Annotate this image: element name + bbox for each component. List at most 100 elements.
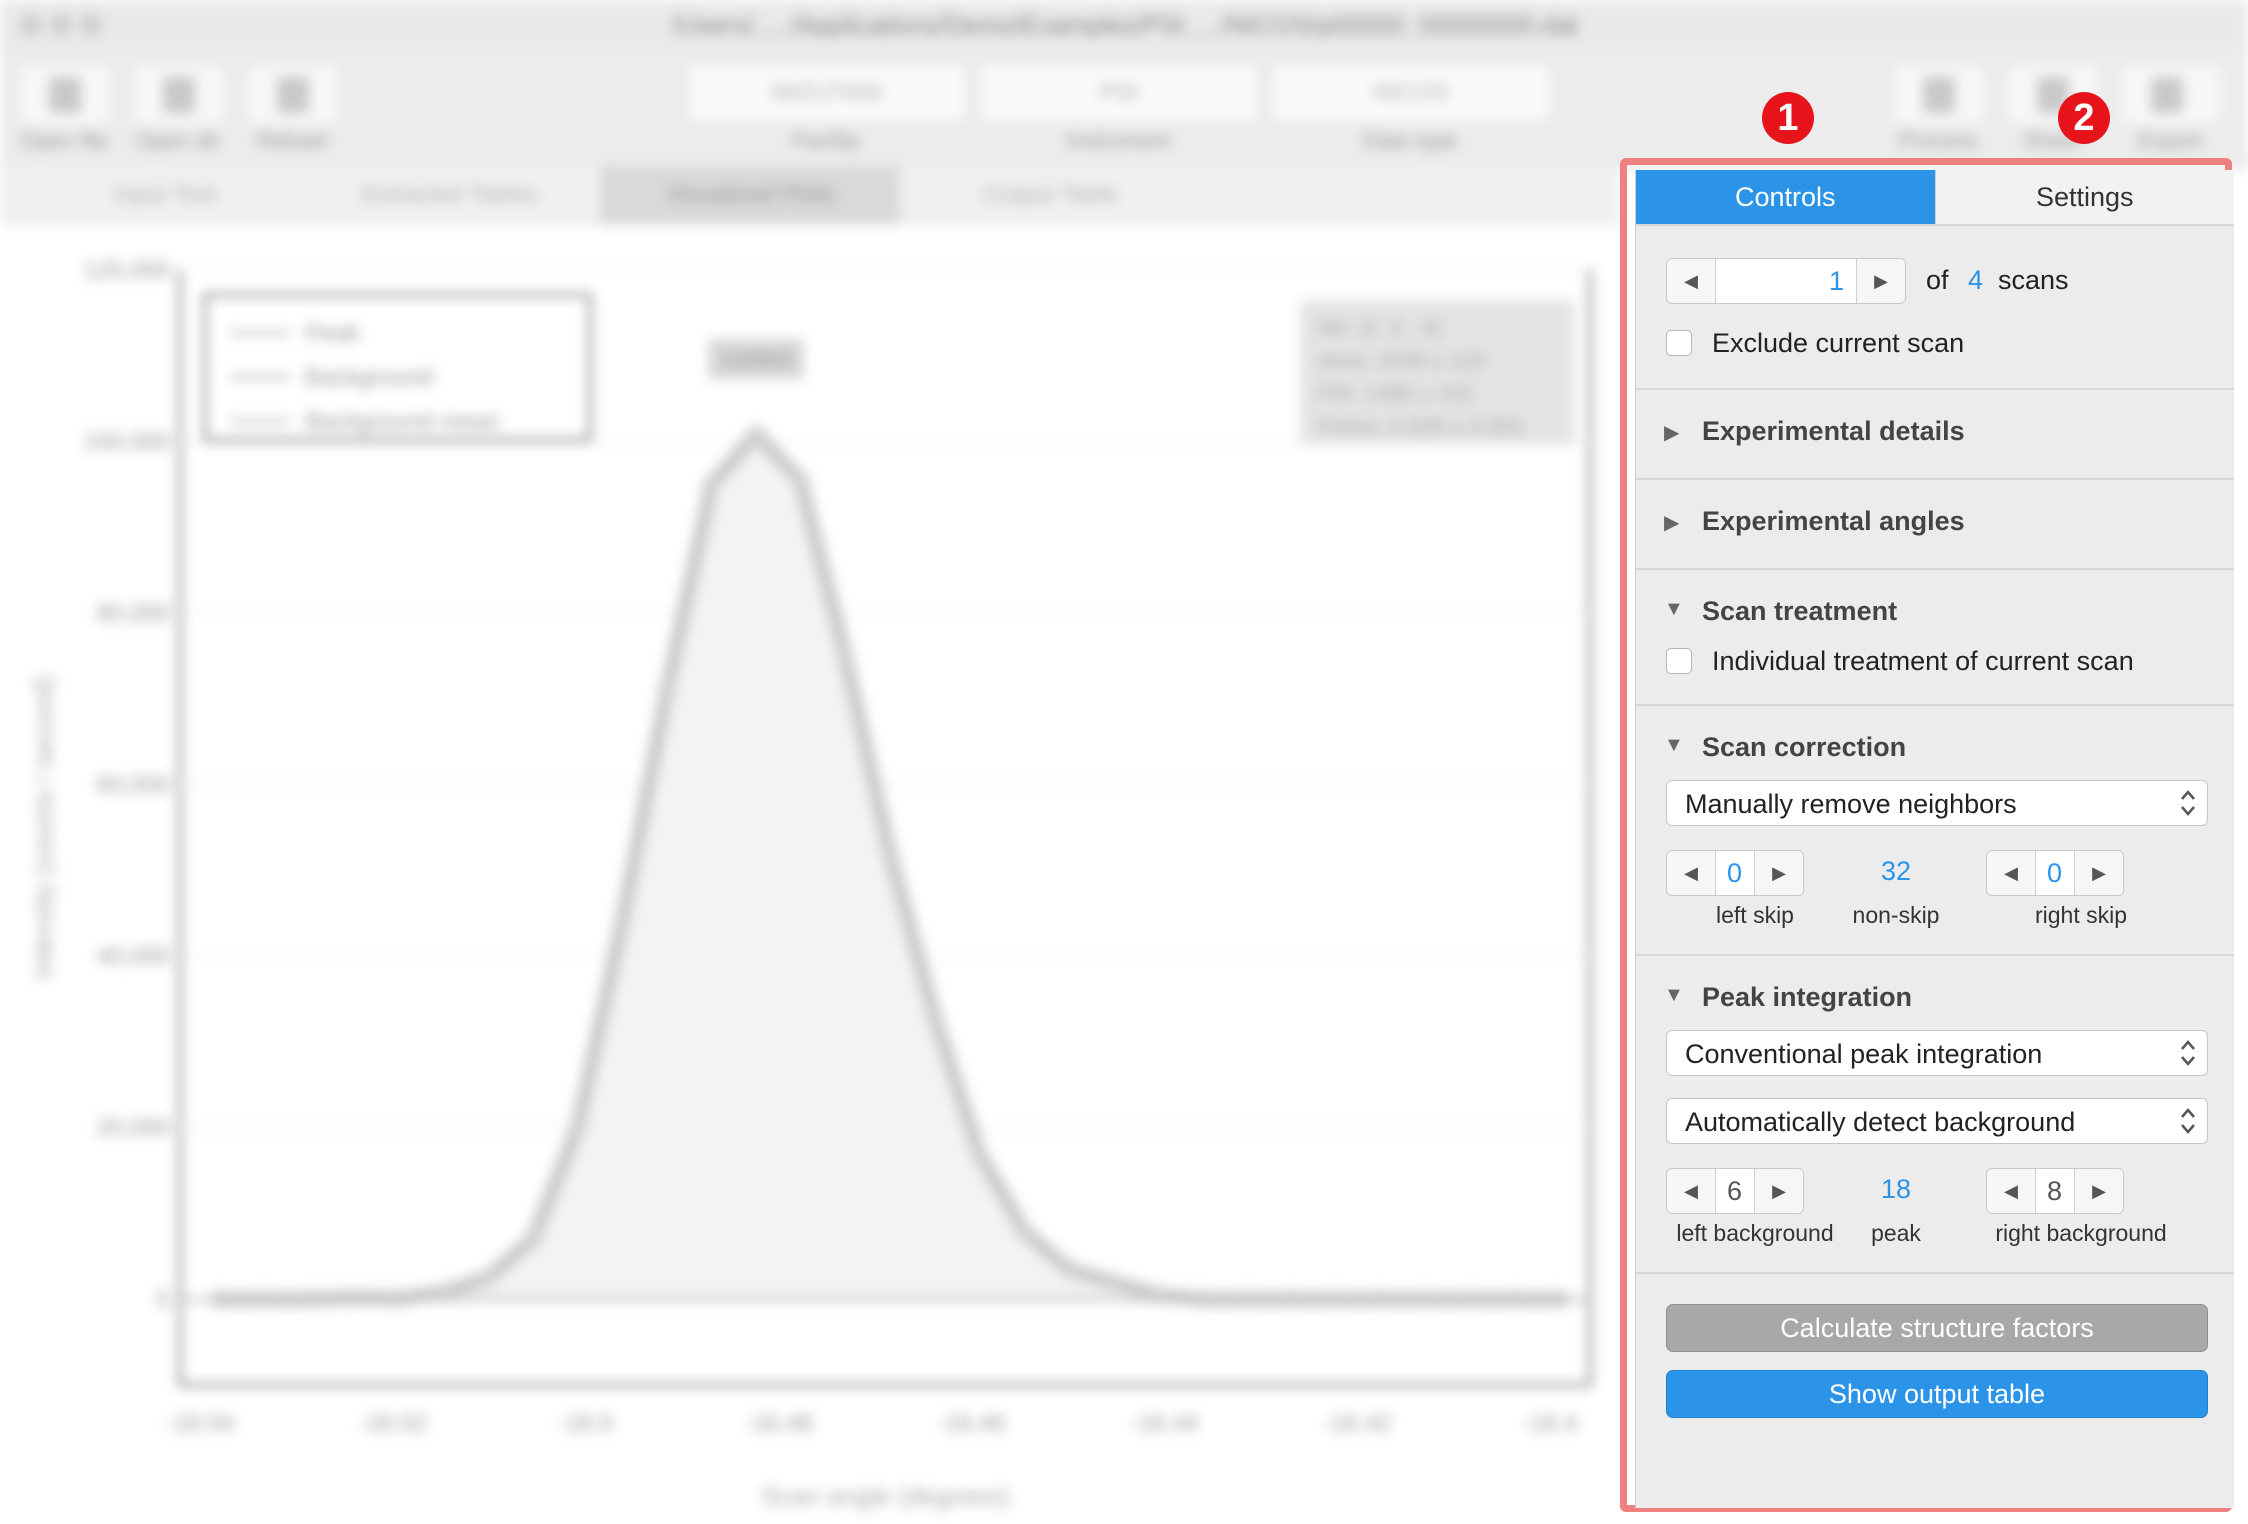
x-tick-label: -16.54 [166,1410,234,1437]
download-icon [2151,77,2183,113]
right-background-label: right background [1995,1220,2167,1246]
fit-annotation-line: FSI: 1480 ± 101 [1318,381,1474,406]
y-tick-label: 0 [157,1286,170,1313]
separator [1636,704,2234,706]
tab-visualized-plots[interactable]: Visualized Plots [600,166,900,224]
left-skip-increment[interactable]: ▶ [1754,851,1803,895]
open-dir-label: Open dir [135,128,221,153]
correction-method-select[interactable]: Manually remove neighbors [1666,780,2208,826]
non-skip-value: 32 [1880,856,1912,886]
facility-field[interactable]: MIZUTANI [688,64,966,122]
right-skip-decrement[interactable]: ◀ [1987,851,2036,895]
peak-value-label: 100863 [719,347,792,372]
separator [1636,568,2234,570]
tab-output-table[interactable]: Output Table [900,166,1200,224]
folder-icon [163,77,195,113]
open-file-button[interactable] [18,64,112,126]
left-background-value[interactable]: 6 [1716,1169,1754,1213]
tab-settings[interactable]: Settings [1934,170,2234,224]
left-background-decrement[interactable]: ◀ [1667,1169,1716,1213]
triangle-right-icon: ▶ [1772,862,1786,883]
callout-one: 1 [1762,92,1814,144]
x-tick-label: -16.5 [558,1410,613,1437]
left-background-increment[interactable]: ▶ [1754,1169,1803,1213]
legend-label: Background [305,364,433,391]
scan-plot: 0 20,000 40,000 60,000 80,000 100,000 120,000 -… [28,257,1591,1511]
scan-stepper[interactable]: ◀ 1 ▶ [1666,258,1906,304]
background-method-select[interactable]: Automatically detect background [1666,1098,2208,1144]
peak-value: 18 [1880,1174,1912,1204]
left-skip-decrement[interactable]: ◀ [1667,851,1716,895]
x-tick-label: -16.46 [937,1410,1005,1437]
right-background-increment[interactable]: ▶ [2074,1169,2123,1213]
reload-button[interactable] [246,64,340,126]
triangle-right-icon: ▶ [1772,1180,1786,1201]
right-skip-stepper[interactable]: ◀ 0 ▶ [1986,850,2124,896]
exclude-scan-label: Exclude current scan [1712,328,1965,358]
disclosure-right-icon[interactable]: ▶ [1664,420,1679,445]
exclude-scan-checkbox[interactable] [1666,330,1692,356]
section-experimental-details[interactable]: Experimental details [1702,416,1965,447]
disclosure-down-icon[interactable]: ▼ [1664,734,1684,757]
left-background-stepper[interactable]: ◀ 6 ▶ [1666,1168,1804,1214]
right-skip-increment[interactable]: ▶ [2074,851,2123,895]
calculate-structure-factors-button[interactable]: Calculate structure factors [1666,1304,2208,1352]
right-background-decrement[interactable]: ◀ [1987,1169,2036,1213]
up-down-chevron-icon [2181,790,2195,816]
peak-data-point [747,425,765,444]
section-scan-treatment[interactable]: Scan treatment [1702,596,1897,627]
fit-annotation-line: Fwhm: 0.026 ± 0.001 [1318,414,1525,439]
individual-treatment-checkbox[interactable] [1666,648,1692,674]
y-axis-label: Intensity (counts / second) [28,676,58,979]
process-button[interactable] [1892,64,1986,126]
title-bar: /Users/...../Applications/Demo/Examples/… [0,0,2248,48]
triangle-left-icon: ◀ [1684,862,1698,883]
close-window-icon[interactable] [20,14,42,36]
x-tick-label: -16.52 [359,1410,427,1437]
disclosure-down-icon[interactable]: ▼ [1664,598,1684,621]
zoom-window-icon[interactable] [80,14,102,36]
scan-of-label: of [1926,265,1949,295]
section-scan-correction[interactable]: Scan correction [1702,732,1906,763]
scan-current-value[interactable]: 1 [1716,259,1856,303]
disclosure-down-icon[interactable]: ▼ [1664,984,1684,1007]
triangle-right-icon: ▶ [2092,1180,2106,1201]
show-output-table-button[interactable]: Show output table [1666,1370,2208,1418]
control-panel: Controls Settings ◀ 1 ▶ of 4 scans Exclu… [1635,170,2234,1508]
tab-controls[interactable]: Controls [1636,170,1935,224]
triangle-left-icon: ◀ [2004,1180,2018,1201]
right-background-stepper[interactable]: ◀ 8 ▶ [1986,1168,2124,1214]
y-tick-label: 80,000 [97,600,170,627]
left-skip-value[interactable]: 0 [1716,851,1754,895]
tab-input-text[interactable]: Input Text [30,166,300,224]
peak-data-point [881,844,899,863]
reload-icon [277,77,309,113]
correction-method-value: Manually remove neighbors [1685,789,2017,819]
peak-data-point [791,471,810,490]
section-experimental-angles[interactable]: Experimental angles [1702,506,1965,537]
scan-prev-button[interactable]: ◀ [1667,259,1716,303]
tab-extracted-tables[interactable]: Extracted Tables [300,166,600,224]
open-dir-button[interactable] [132,64,226,126]
scan-next-button[interactable]: ▶ [1856,259,1905,303]
peak-data-point [970,1144,989,1163]
disclosure-right-icon[interactable]: ▶ [1664,510,1679,535]
integration-method-select[interactable]: Conventional peak integration [1666,1030,2208,1076]
peak-label: peak [1871,1220,1921,1246]
instrument-label: Instrument [1066,128,1170,153]
datatype-field[interactable]: NICOS [1272,64,1550,122]
minimize-window-icon[interactable] [50,14,72,36]
right-skip-label: right skip [2034,902,2128,928]
export-button[interactable] [2120,64,2222,126]
peak-data-point [613,912,631,931]
right-skip-value[interactable]: 0 [2036,851,2074,895]
left-skip-stepper[interactable]: ◀ 0 ▶ [1666,850,1804,896]
datatype-label: Data type [1362,128,1458,153]
peak-data-point [523,1230,542,1249]
right-background-value[interactable]: 8 [2036,1169,2074,1213]
x-tick-label: -16.4 [1523,1410,1578,1437]
triangle-left-icon: ◀ [2004,862,2018,883]
section-peak-integration[interactable]: Peak integration [1702,982,1912,1013]
instrument-field[interactable]: PSI [980,64,1258,122]
triangle-left-icon: ◀ [1684,270,1698,291]
